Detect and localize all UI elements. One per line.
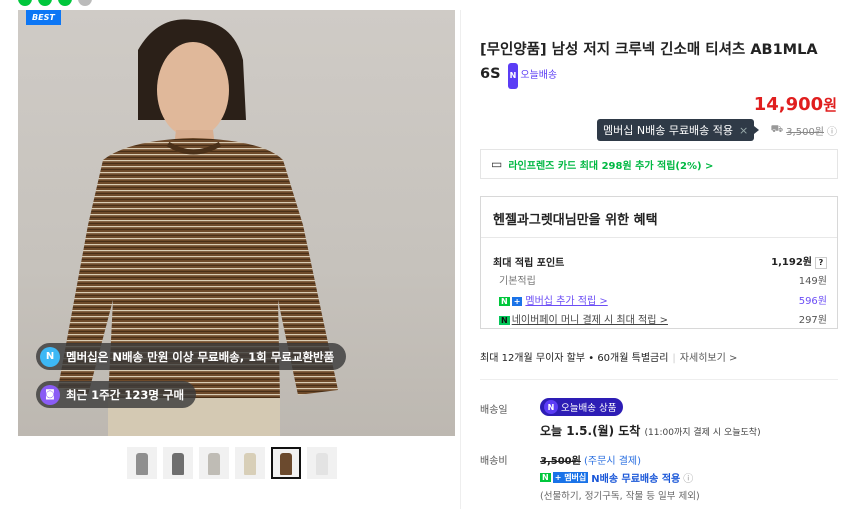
n-delivery-icon: N [544,400,558,414]
benefit-box: 헨젤과그렛대님만을 위한 혜택 최대 적립 포인트 1,192원? 기본적립 1… [480,196,838,329]
installment-info: 최대 12개월 무이자 할부 • 60개월 특별금리 | 자세히보기 > [480,353,738,364]
green-dot-icon [58,0,72,6]
membership-tooltip: 멤버십 N배송 무료배송 적용 × [597,119,760,141]
fee-note: (주문시 결제) [584,456,642,467]
info-icon[interactable]: ⓘ [827,123,837,138]
n-icon: N [540,473,551,482]
max-points-row: 최대 적립 포인트 1,192원? [493,253,827,269]
membership-points-value: 596원 [798,296,827,307]
today-delivery-tag: N 오늘배송 상품 [540,398,624,416]
price: 14,900원 [754,94,837,115]
arrival-date: 오늘 1.5.(월) 도착 [540,424,641,438]
max-points-value: 1,192원 [771,257,812,268]
tooltip-text: 멤버십 N배송 무료배송 적용 [603,124,734,137]
today-delivery-label: 오늘배송 [520,70,558,81]
naverpay-icon: N [499,316,510,325]
plus-icon: + [511,297,523,306]
thumbnail[interactable] [127,447,157,479]
thumbnail[interactable] [163,447,193,479]
product-image[interactable]: BEST N 멤버십은 N배송 만원 이상 무료배송, 1회 무료교환반품 ◙ … [18,10,455,436]
top-icon-row [18,0,92,6]
card-promo-text: 라인프렌즈 카드 최대 298원 추가 적립(2%) > [508,160,714,172]
truck-icon: ⛟ [770,124,784,135]
close-icon[interactable]: × [739,124,748,137]
green-dot-icon [38,0,52,6]
product-title: [무인양품] 남성 저지 크루넥 긴소매 티셔츠 AB1MLA 6S N 오늘배송 [480,38,840,89]
green-dot-icon [18,0,32,6]
card-icon: ▭ [491,157,503,171]
fee-applied: N + 멤버십 N배송 무료배송 적용 ⓘ [540,470,693,485]
membership-pill-text: 멤버십은 N배송 만원 이상 무료배송, 1회 무료교환반품 [66,349,335,364]
recent-purchase-pill: ◙ 최근 1주간 123명 구매 [36,381,197,408]
recent-purchase-text: 최근 1주간 123명 구매 [66,387,185,402]
orig-shipping-value: 3,500원 [786,127,824,138]
best-badge: BEST [26,10,61,25]
model-photo [58,19,338,436]
list-item: 기본적립 149원 [493,272,827,287]
membership-icon: N [40,346,60,367]
fee-exclusion: (선물하기, 정기구독, 작물 등 일부 제외) [540,491,700,502]
original-shipping: ⛟ 3,500원 ⓘ [771,123,837,138]
n-icon: N [499,297,510,306]
info-icon[interactable]: ⓘ [683,470,693,485]
fee-applied-text: N배송 무료배송 적용 [591,474,681,485]
basic-points-value: 149원 [798,276,827,287]
arrival-info: 오늘 1.5.(월) 도착 (11:00까지 결제 시 오늘도착) [540,422,761,439]
gray-dot-icon [78,0,92,6]
membership-pill: N 멤버십은 N배송 만원 이상 무료배송, 1회 무료교환반품 [36,343,347,370]
naverpay-points-value: 297원 [798,315,827,326]
price-unit: 원 [823,96,837,114]
today-delivery-badge: N 오늘배송 [507,63,558,89]
max-points-label: 최대 적립 포인트 [493,257,565,269]
thumbnail-list [127,447,337,479]
arrival-note: (11:00까지 결제 시 오늘도착) [644,428,761,438]
bag-icon: ◙ [40,384,60,405]
thumbnail[interactable] [307,447,337,479]
fee-original-value: 3,500원 [540,456,581,467]
delivery-label: 배송일 [480,405,508,416]
installment-text: 최대 12개월 무이자 할부 • 60개월 특별금리 [480,353,669,364]
card-promo[interactable]: ▭ 라인프렌즈 카드 최대 298원 추가 적립(2%) > [480,149,838,179]
fee-original: 3,500원 (주문시 결제) [540,452,641,467]
list-item[interactable]: N + 멤버십 추가 적립 > 596원 [493,292,827,307]
fee-label: 배송비 [480,456,508,467]
more-link[interactable]: 자세히보기 > [680,353,738,364]
thumbnail[interactable] [235,447,265,479]
membership-points-link[interactable]: 멤버십 추가 적립 > [525,296,607,307]
thumbnail-selected[interactable] [271,447,301,479]
help-icon[interactable]: ? [815,257,827,269]
delivery-tag-text: 오늘배송 상품 [561,403,617,414]
divider [460,10,461,509]
membership-icon: + 멤버십 [552,472,589,483]
naverpay-points-link[interactable]: 네이버페이 머니 결제 시 최대 적립 > [512,315,668,326]
n-delivery-icon: N [507,63,519,89]
price-value: 14,900 [753,94,824,115]
basic-points-label: 기본적립 [499,276,536,287]
thumbnail[interactable] [199,447,229,479]
list-item[interactable]: N 네이버페이 머니 결제 시 최대 적립 > 297원 [493,311,827,326]
benefit-title: 헨젤과그렛대님만을 위한 혜택 [493,213,658,228]
